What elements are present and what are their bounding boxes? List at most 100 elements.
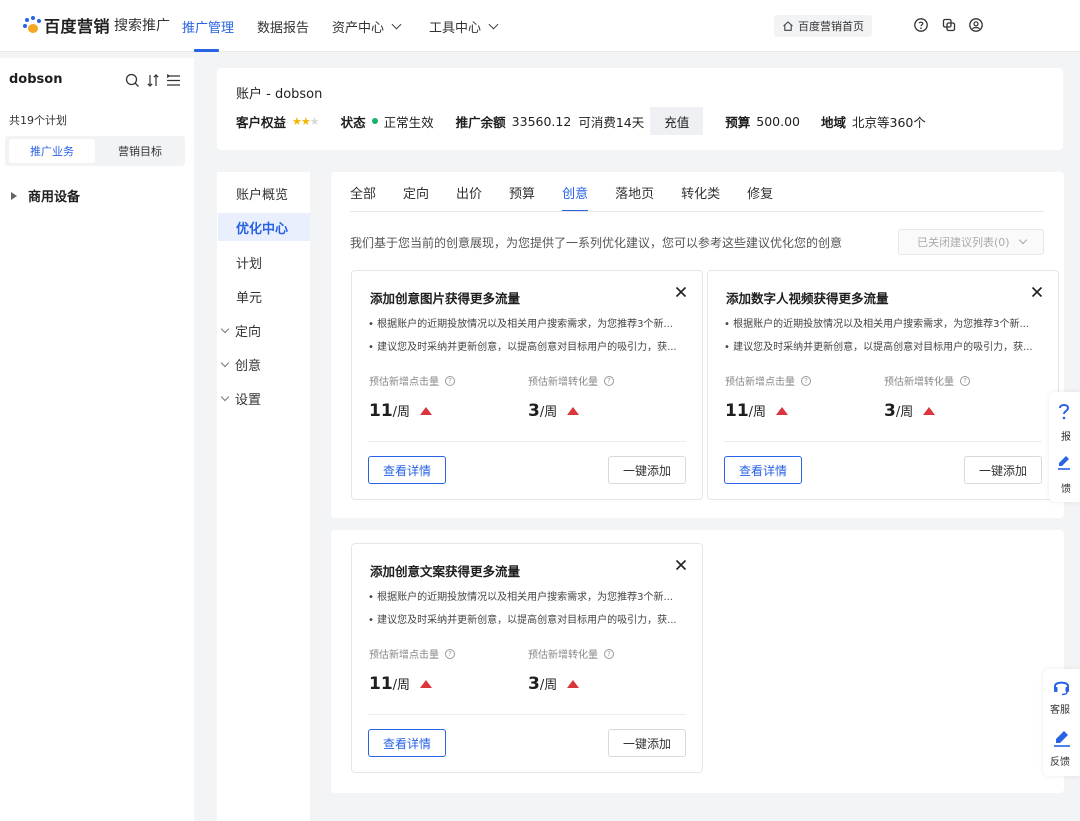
- tab-repair[interactable]: 修复: [747, 172, 773, 212]
- tab-creative[interactable]: 创意: [562, 172, 589, 212]
- feedback-pen-icon[interactable]: [1053, 729, 1071, 747]
- subnav-item-targeting[interactable]: 定向: [220, 321, 261, 340]
- trend-up-icon: [776, 407, 789, 415]
- brand-logo[interactable]: 百度营销 搜索推广: [22, 14, 170, 36]
- closed-list-label: 已关闭建议列表(0): [917, 236, 1010, 249]
- rights-stars: ★★★: [292, 114, 320, 128]
- tab-all[interactable]: 全部: [350, 172, 376, 212]
- nav-item-report[interactable]: 数据报告: [257, 0, 309, 52]
- metric-number: 11: [369, 674, 393, 694]
- nav-label: 数据报告: [257, 20, 310, 36]
- metric-label-clicks: 预估新增点击量?: [369, 373, 455, 388]
- subnav-item-unit[interactable]: 单元: [236, 287, 262, 306]
- metric-label-text: 预估新增点击量: [369, 377, 439, 388]
- suggestion-tabs: 全部 定向 出价 预算 创意 落地页 转化类 修复: [350, 172, 800, 212]
- rights-label: 客户权益: [236, 114, 287, 130]
- close-icon[interactable]: [674, 558, 688, 572]
- one-click-add-button[interactable]: 一键添加: [608, 729, 686, 757]
- home-link-button[interactable]: 百度营销首页: [774, 15, 872, 37]
- view-details-button[interactable]: 查看详情: [368, 729, 446, 757]
- tab-label: 创意: [562, 186, 589, 202]
- card-bullet: • 建议您及时采纳并更新创意，以提高创意对目标用户的吸引力，获...: [368, 615, 677, 626]
- metric-value-conversions: 3/周: [528, 674, 580, 694]
- account-name: dobson: [9, 72, 63, 87]
- chevron-down-icon: [488, 19, 499, 29]
- help-circle-icon[interactable]: ?: [604, 648, 614, 659]
- help-circle-icon[interactable]: ?: [801, 375, 811, 386]
- brand-name: 百度营销: [44, 17, 111, 36]
- chevron-down-icon: [1018, 235, 1027, 245]
- copy-icon[interactable]: [941, 17, 957, 33]
- status-dot: [371, 118, 378, 124]
- suggestion-card: 添加创意图片获得更多流量 • 根据账户的近期投放情况以及相关用户搜索需求，为您推…: [351, 270, 703, 500]
- card-bullet: • 建议您及时采纳并更新创意，以提高创意对目标用户的吸引力，获...: [724, 342, 1033, 353]
- home-label: 百度营销首页: [798, 20, 864, 33]
- metric-number: 11: [725, 401, 749, 421]
- subnav-label: 优化中心: [236, 222, 289, 237]
- tab-bid[interactable]: 出价: [456, 172, 482, 212]
- metric-unit: /周: [895, 405, 914, 420]
- help-icon[interactable]: [913, 17, 929, 33]
- trend-up-icon: [567, 407, 580, 415]
- tab-targeting[interactable]: 定向: [403, 172, 429, 212]
- star-empty: ★: [309, 114, 320, 128]
- nav-item-assets[interactable]: 资产中心: [332, 0, 402, 52]
- report-label: 报: [1061, 432, 1071, 443]
- chevron-down-icon: [391, 19, 402, 29]
- subnav-item-settings[interactable]: 设置: [220, 389, 261, 408]
- close-icon[interactable]: [674, 285, 688, 299]
- nav-item-tools[interactable]: 工具中心: [429, 0, 499, 52]
- headset-icon[interactable]: [1052, 677, 1071, 696]
- segment-business[interactable]: 推广业务: [9, 139, 95, 163]
- one-click-add-button[interactable]: 一键添加: [608, 456, 686, 484]
- feedback-label[interactable]: 反馈: [1050, 753, 1070, 768]
- metric-label-clicks: 预估新增点击量?: [725, 373, 811, 388]
- user-icon[interactable]: [968, 17, 984, 33]
- one-click-add-button[interactable]: 一键添加: [964, 456, 1042, 484]
- product-name: 搜索推广: [114, 18, 171, 34]
- report-icon[interactable]: [1057, 404, 1071, 420]
- help-circle-icon[interactable]: ?: [604, 375, 614, 386]
- help-circle-icon[interactable]: ?: [445, 648, 455, 659]
- nav-active-underline: [194, 49, 219, 52]
- segment-goal[interactable]: 营销目标: [97, 139, 183, 163]
- metric-number: 3: [884, 401, 896, 421]
- card-title: 添加数字人视频获得更多流量: [726, 291, 889, 306]
- customer-service-label[interactable]: 客服: [1050, 701, 1070, 716]
- tab-budget[interactable]: 预算: [509, 172, 535, 212]
- help-circle-icon[interactable]: ?: [960, 375, 970, 386]
- home-icon: [783, 21, 793, 31]
- filter-list-icon[interactable]: [166, 73, 181, 88]
- search-icon[interactable]: [125, 73, 140, 88]
- close-icon[interactable]: [1030, 285, 1044, 299]
- metric-value-conversions: 3/周: [528, 401, 580, 421]
- subnav-item-optimization[interactable]: 优化中心: [236, 218, 288, 237]
- card-bullet: • 根据账户的近期投放情况以及相关用户搜索需求，为您推荐3个新...: [724, 319, 1029, 330]
- metric-label-conversions: 预估新增转化量?: [528, 373, 614, 388]
- tree-item-equipment[interactable]: 商用设备: [11, 186, 80, 205]
- tab-landing-page[interactable]: 落地页: [615, 172, 654, 212]
- metric-value-clicks: 11/周: [725, 401, 789, 421]
- nav-item-promotion[interactable]: 推广管理: [182, 0, 234, 52]
- star-filled: ★★: [292, 114, 311, 128]
- subnav-item-creative[interactable]: 创意: [220, 355, 262, 374]
- sort-icon[interactable]: [146, 73, 161, 88]
- card-divider: [724, 441, 1042, 442]
- subnav-item-overview[interactable]: 账户概览: [236, 184, 288, 203]
- nav-label: 推广管理: [182, 20, 235, 36]
- view-details-button[interactable]: 查看详情: [368, 456, 446, 484]
- suggestion-description: 我们基于您当前的创意展现，为您提供了一系列优化建议，您可以参考这些建议优化您的创…: [350, 236, 843, 250]
- card-divider: [368, 441, 686, 442]
- recharge-button[interactable]: 充值: [650, 107, 704, 135]
- tab-label: 定向: [403, 186, 430, 202]
- tab-conversion[interactable]: 转化类: [681, 172, 720, 212]
- edit-icon[interactable]: [1057, 454, 1071, 470]
- help-circle-icon[interactable]: ?: [445, 375, 455, 386]
- tree-item-label: 商用设备: [28, 190, 81, 205]
- closed-suggestions-dropdown[interactable]: 已关闭建议列表(0): [898, 229, 1044, 255]
- subnav-item-plan[interactable]: 计划: [236, 253, 262, 272]
- card-bullet: • 建议您及时采纳并更新创意，以提高创意对目标用户的吸引力，获...: [368, 342, 677, 353]
- view-details-button[interactable]: 查看详情: [724, 456, 802, 484]
- subnav-label: 创意: [235, 359, 262, 374]
- metric-value-clicks: 11/周: [369, 674, 433, 694]
